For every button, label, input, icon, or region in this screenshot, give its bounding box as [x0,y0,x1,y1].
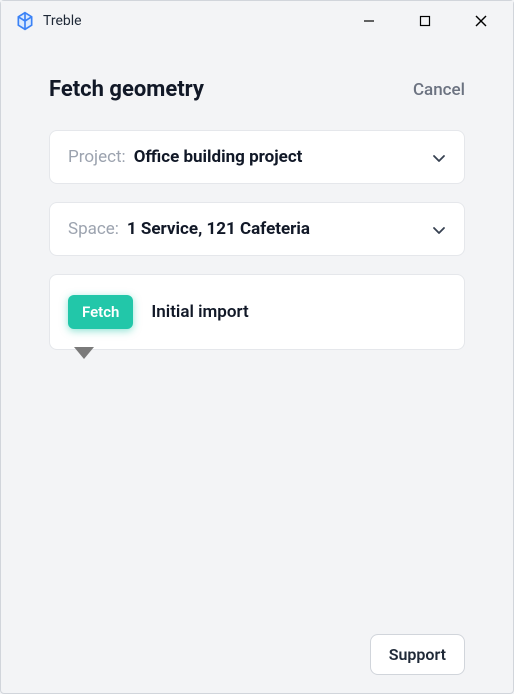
close-button[interactable] [453,1,509,41]
fetch-label: Initial import [151,302,248,322]
header-row: Fetch geometry Cancel [49,77,465,102]
titlebar: Treble [1,1,513,41]
fetch-card: Fetch Initial import [49,274,465,350]
support-button[interactable]: Support [370,634,465,675]
project-value: Office building project [134,147,432,167]
chevron-down-icon [432,222,446,236]
window-title: Treble [43,13,341,29]
page-title: Fetch geometry [49,77,204,102]
space-dropdown[interactable]: Space: 1 Service, 121 Cafeteria [49,202,465,256]
space-label: Space: [68,219,119,239]
chevron-down-icon [432,150,446,164]
fetch-button[interactable]: Fetch [68,295,133,329]
project-dropdown[interactable]: Project: Office building project [49,130,465,184]
window-controls [341,1,509,41]
minimize-button[interactable] [341,1,397,41]
maximize-button[interactable] [397,1,453,41]
pointer-arrow-icon [74,347,94,359]
content-area: Fetch geometry Cancel Project: Office bu… [1,41,513,350]
cancel-button[interactable]: Cancel [413,80,465,100]
project-label: Project: [68,147,126,167]
space-value: 1 Service, 121 Cafeteria [127,219,432,239]
app-icon [15,11,35,31]
